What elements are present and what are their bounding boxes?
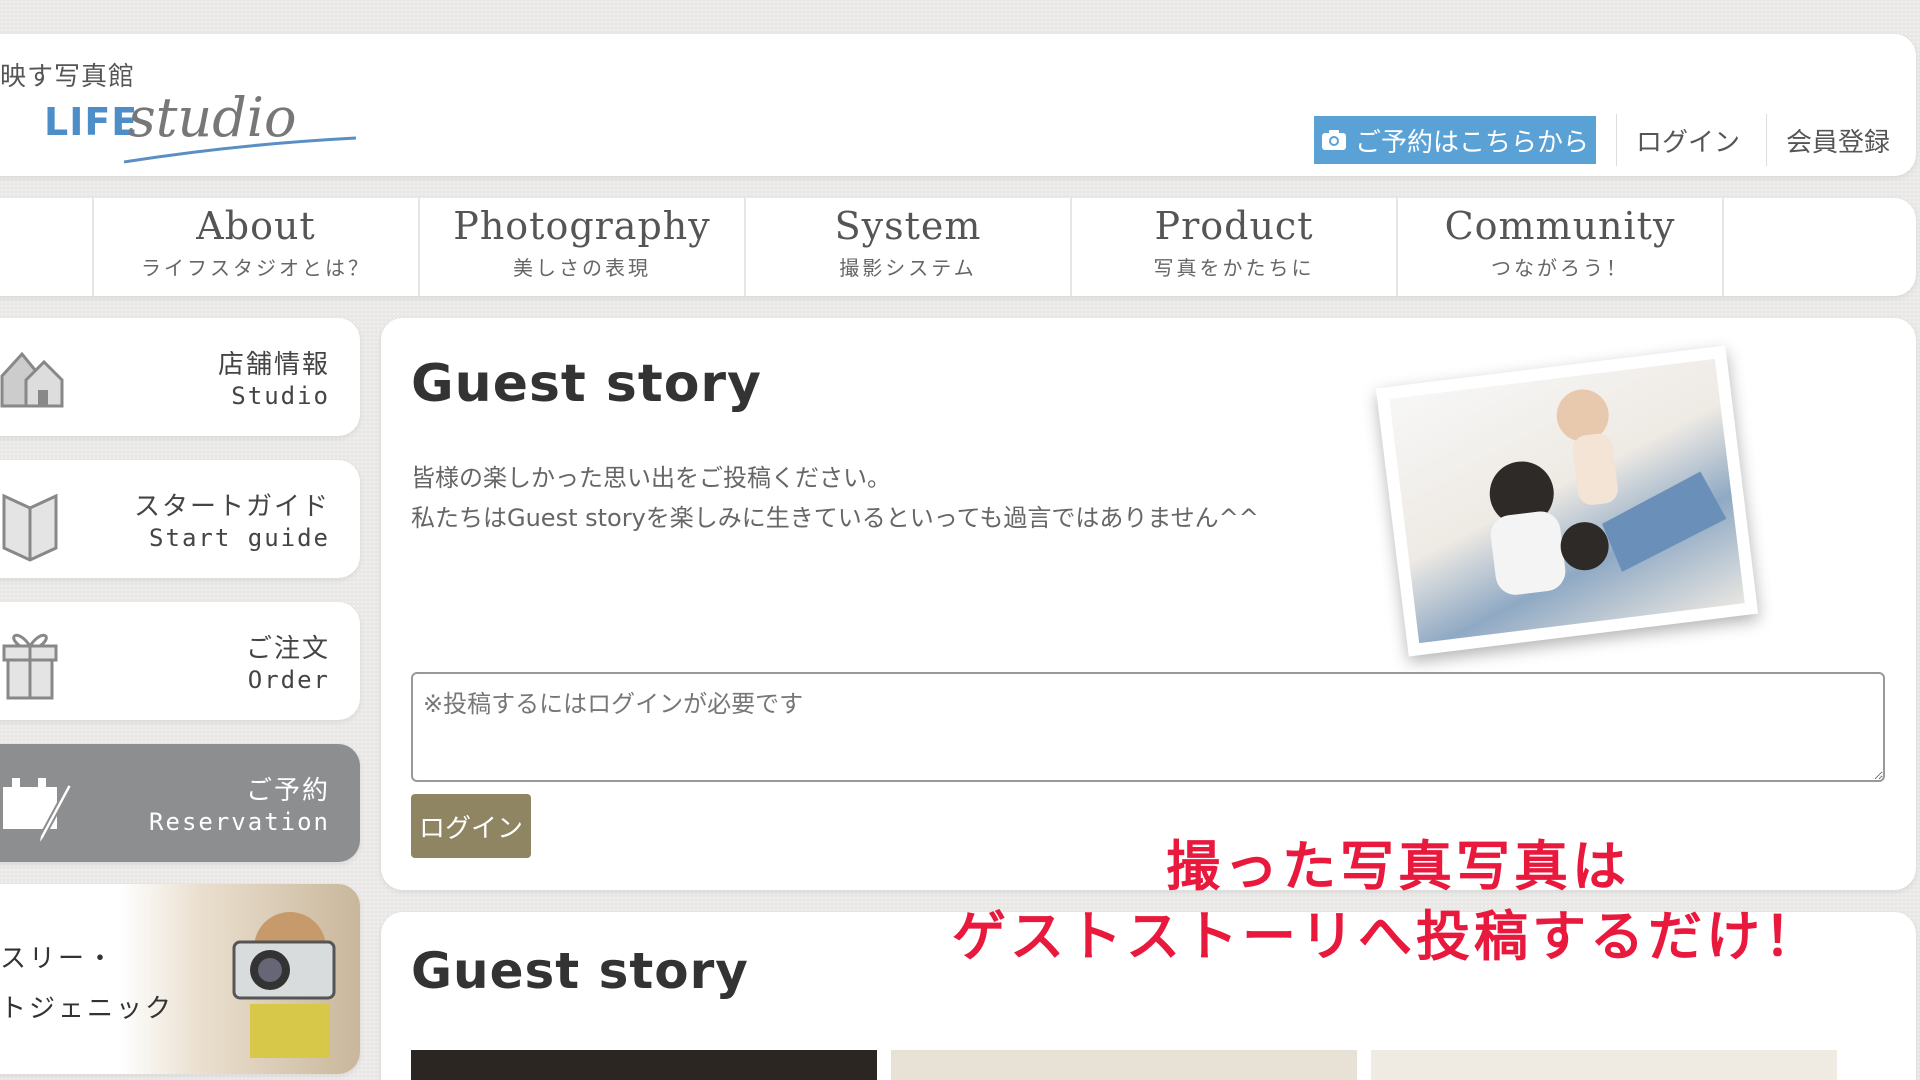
book-icon xyxy=(2,493,58,562)
site-header: 映す写真館 LIFE studio ご予約はこちらから ログイン 会員登録 xyxy=(0,34,1916,176)
story-thumbnail[interactable] xyxy=(891,1050,1357,1080)
header-divider xyxy=(1766,114,1767,166)
nav-item-en: Community xyxy=(1444,204,1676,248)
sidebar-item-start-guide[interactable]: スタートガイド Start guide xyxy=(0,460,360,578)
featured-photo xyxy=(1375,345,1759,657)
sidebar-item-label: ご予約 xyxy=(245,776,330,806)
sidebar-item-sublabel: Start guide xyxy=(149,524,330,552)
intro-line-1: 皆様の楽しかった思い出をご投稿ください。 xyxy=(411,464,891,492)
header-divider xyxy=(1616,114,1617,166)
nav-item-photography[interactable]: Photography 美しさの表現 xyxy=(418,198,744,296)
sidebar-item-studio[interactable]: 店舗情報 Studio xyxy=(0,318,360,436)
nav-divider xyxy=(1722,198,1920,296)
sidebar-item-order[interactable]: ご注文 Order xyxy=(0,602,360,720)
camera-icon xyxy=(1321,130,1346,150)
sidebar-item-label: スタートガイド xyxy=(133,492,330,522)
reserve-button[interactable]: ご予約はこちらから xyxy=(1314,116,1596,164)
sidebar-item-sublabel: Reservation xyxy=(149,808,330,836)
house-icon xyxy=(0,351,64,408)
story-thumbnail[interactable] xyxy=(1371,1050,1837,1080)
nav-item-en: Photography xyxy=(453,204,711,248)
nav-item-ja: 撮影システム xyxy=(839,256,977,280)
nav-item-en: Product xyxy=(1154,204,1314,248)
nav-item-community[interactable]: Community つながろう！ xyxy=(1396,198,1722,296)
nav-item-system[interactable]: System 撮影システム xyxy=(744,198,1070,296)
overlay-caption-line2: ゲストストーリへ投稿するだけ！ xyxy=(952,905,1822,968)
banner-text-line2: トジェニック xyxy=(0,994,175,1024)
family-photo-illustration xyxy=(1489,389,1727,595)
family-photo xyxy=(1389,358,1745,644)
sidebar-item-reservation[interactable]: ご予約 Reservation xyxy=(0,744,360,862)
calendar-pen-icon xyxy=(3,778,74,847)
camera-child-illustration xyxy=(232,912,336,1058)
nav-item-ja: 美しさの表現 xyxy=(513,256,651,280)
banner-text-line1: スリー・ xyxy=(0,944,117,974)
page-title: Guest story xyxy=(411,354,762,414)
brand-tagline: 映す写真館 xyxy=(0,62,136,92)
gift-icon xyxy=(2,633,58,700)
nav-item-product[interactable]: Product 写真をかたちに xyxy=(1070,198,1396,296)
main-nav: About ライフスタジオとは？ Photography 美しさの表現 Syst… xyxy=(0,198,1916,296)
nav-item-en: About xyxy=(196,204,316,248)
nav-item-about[interactable]: About ライフスタジオとは？ xyxy=(92,198,418,296)
comment-textarea[interactable] xyxy=(411,672,1885,782)
sidebar-banner-photogenic[interactable]: スリー・ トジェニック xyxy=(0,884,360,1074)
story-thumbnail[interactable] xyxy=(411,1050,877,1080)
intro-line-2: 私たちはGuest storyを楽しみに生きているといっても過言ではありません^… xyxy=(411,504,1259,532)
intro-text: 皆様の楽しかった思い出をご投稿ください。 私たちはGuest storyを楽しみ… xyxy=(411,458,1259,538)
section-title: Guest story xyxy=(411,942,749,1000)
header-login-link[interactable]: ログイン xyxy=(1636,122,1740,159)
guest-story-panel: Guest story 皆様の楽しかった思い出をご投稿ください。 私たちはGue… xyxy=(381,318,1916,890)
sidebar-item-label: 店舗情報 xyxy=(217,350,330,380)
overlay-caption-line1: 撮った写真写真は xyxy=(1166,835,1630,898)
nav-item-ja: ライフスタジオとは？ xyxy=(141,256,371,280)
logo-swoosh-icon xyxy=(123,136,357,164)
nav-item-ja: つながろう！ xyxy=(1491,256,1629,280)
nav-item-en: System xyxy=(834,204,982,248)
login-button[interactable]: ログイン xyxy=(411,794,531,858)
sidebar-item-sublabel: Studio xyxy=(231,382,330,410)
reserve-button-label: ご予約はこちらから xyxy=(1354,127,1589,158)
nav-item-ja: 写真をかたちに xyxy=(1153,256,1315,280)
sidebar-item-sublabel: Order xyxy=(247,666,330,694)
header-register-link[interactable]: 会員登録 xyxy=(1786,122,1890,159)
sidebar-item-label: ご注文 xyxy=(245,634,330,664)
